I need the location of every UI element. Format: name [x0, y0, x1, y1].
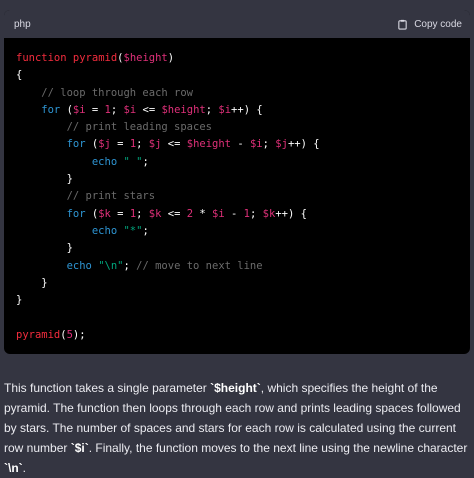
- inline-code: `\n`: [4, 461, 23, 475]
- code-token: }: [16, 173, 73, 186]
- code-token: for: [16, 207, 92, 220]
- code-token: $height: [161, 103, 206, 116]
- code-token: -: [231, 138, 250, 151]
- code-token: <=: [136, 103, 162, 116]
- code-token: {: [16, 69, 23, 82]
- code-line: echo " ";: [16, 154, 458, 171]
- code-token: "\n": [98, 259, 124, 272]
- code-token: $j: [98, 138, 111, 151]
- code-line: for ($k = 1; $k <= 2 * $i - 1; $k++) {: [16, 206, 458, 223]
- code-token: }: [16, 242, 73, 255]
- code-token: *: [193, 207, 213, 220]
- code-token: $i: [212, 207, 225, 220]
- code-token: $k: [262, 207, 276, 220]
- code-line: function pyramid($height): [16, 50, 458, 67]
- explanation-paragraph: This function takes a single parameter `…: [4, 378, 470, 478]
- code-token: =: [110, 138, 130, 151]
- code-token: ++) {: [275, 207, 307, 220]
- code-token: ++) {: [287, 138, 320, 151]
- code-token: <=: [161, 138, 187, 151]
- code-token: =: [110, 207, 130, 220]
- explanation-text: .: [22, 461, 26, 475]
- code-token: =: [85, 103, 105, 116]
- code-line: // loop through each row: [16, 85, 458, 102]
- code-line: for ($i = 1; $i <= $height; $i++) {: [16, 102, 458, 119]
- code-token: $j: [148, 138, 162, 151]
- code-block-header: php Copy code: [4, 10, 470, 38]
- code-token: ;: [123, 259, 137, 272]
- code-token: "*": [123, 224, 143, 237]
- code-token: $k: [148, 207, 162, 220]
- inline-code: `$height`: [210, 381, 261, 395]
- code-line: }: [16, 292, 458, 309]
- code-token: echo: [16, 155, 124, 168]
- code-token: -: [224, 207, 244, 220]
- code-token: " ": [123, 155, 143, 168]
- code-token: ;: [142, 224, 149, 237]
- code-token: ;: [136, 138, 149, 151]
- code-line: // print stars: [16, 188, 458, 205]
- code-token: $i: [72, 103, 86, 116]
- code-block: php Copy code function pyramid($height) {…: [4, 10, 470, 354]
- code-token: ;: [250, 207, 263, 220]
- inline-code: `$i`: [70, 441, 89, 455]
- code-line: }: [16, 275, 458, 292]
- code-token: ;: [205, 103, 219, 116]
- code-token: // print stars: [16, 190, 156, 203]
- code-token: }: [16, 276, 48, 289]
- code-token: $i: [218, 103, 232, 116]
- code-token: );: [72, 328, 86, 341]
- explanation-text: . Finally, the function moves to the nex…: [88, 441, 468, 455]
- code-token: $height: [186, 138, 232, 151]
- code-token: }: [16, 294, 23, 307]
- code-token: echo: [16, 224, 124, 237]
- code-token: $j: [275, 138, 288, 151]
- code-token: ;: [142, 155, 149, 168]
- code-token: // loop through each row: [16, 86, 194, 99]
- code-line: {: [16, 67, 458, 84]
- code-line: echo "\n"; // move to next line: [16, 258, 458, 275]
- code-token: echo: [16, 259, 99, 272]
- code-language-label: php: [14, 18, 31, 30]
- code-token: pyramid: [72, 52, 118, 64]
- code-token: ;: [262, 138, 276, 151]
- code-token: ++) {: [231, 103, 263, 116]
- copy-code-button[interactable]: Copy code: [397, 19, 462, 30]
- explanation-text: This function takes a single parameter: [4, 381, 211, 395]
- code-token: <=: [161, 207, 187, 220]
- code-token: // move to next line: [136, 259, 263, 272]
- code-content: function pyramid($height) { // loop throu…: [4, 38, 470, 344]
- code-token: function: [16, 52, 73, 64]
- copy-code-label: Copy code: [414, 18, 462, 30]
- code-token: // print leading spaces: [16, 121, 212, 134]
- code-line: // print leading spaces: [16, 119, 458, 136]
- code-token: ): [167, 52, 175, 64]
- code-token: ;: [136, 207, 149, 220]
- code-line: for ($j = 1; $j <= $height - $i; $j++) {: [16, 136, 458, 153]
- code-line: }: [16, 240, 458, 257]
- code-token: $height: [123, 52, 168, 64]
- code-token: pyramid: [16, 328, 61, 341]
- code-token: ;: [110, 103, 124, 116]
- code-line: echo "*";: [16, 223, 458, 240]
- code-token: $i: [249, 138, 263, 151]
- code-token: $k: [98, 207, 111, 220]
- code-line: }: [16, 171, 458, 188]
- clipboard-icon: [398, 19, 407, 30]
- code-token: for: [16, 103, 67, 116]
- code-token: for: [16, 138, 92, 151]
- code-token: $i: [123, 103, 137, 116]
- code-line: pyramid(5);: [16, 327, 458, 344]
